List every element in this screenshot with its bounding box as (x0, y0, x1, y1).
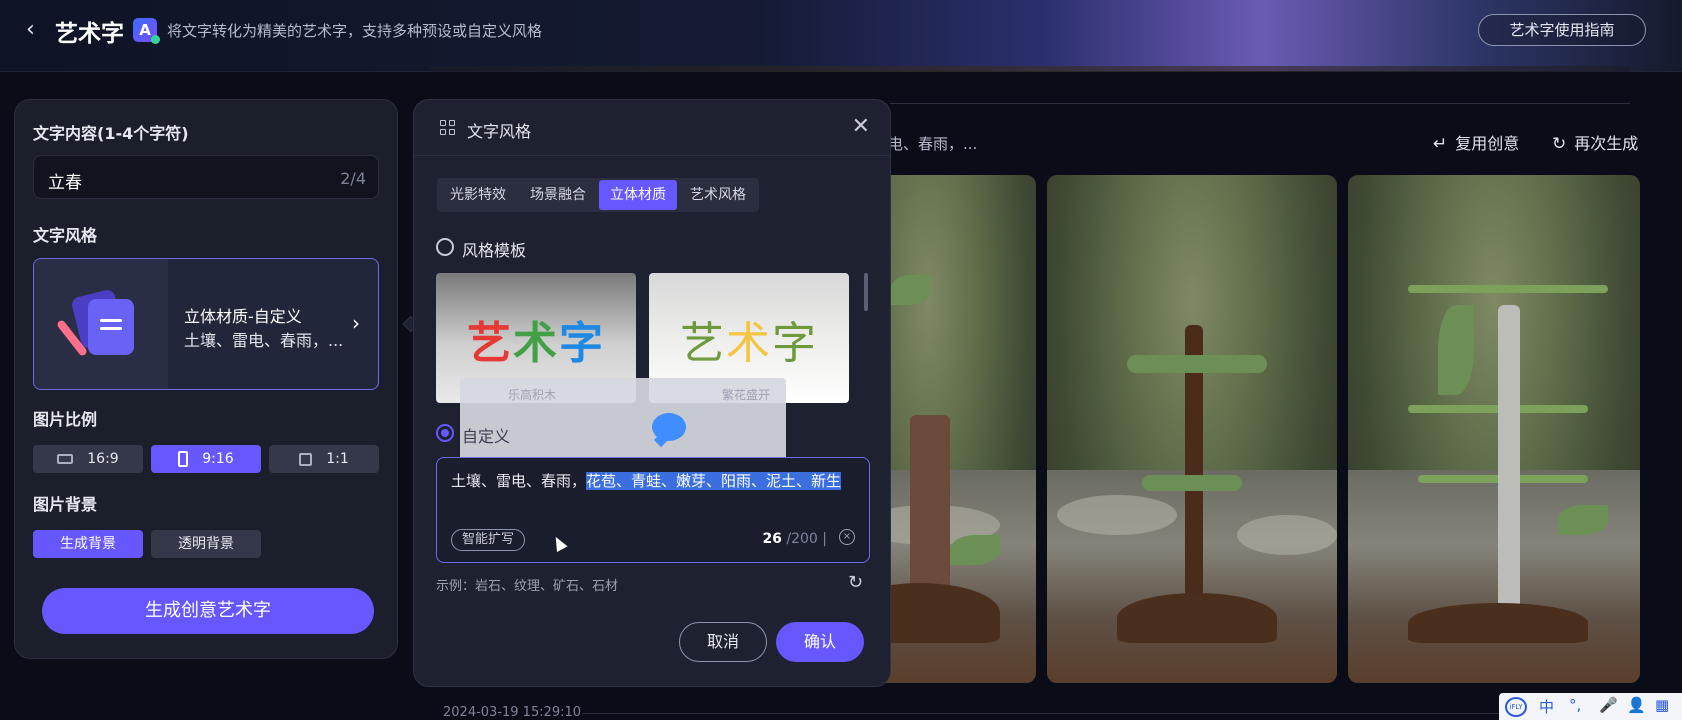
generate-art-text-button[interactable]: 生成创意艺术字 (42, 588, 374, 634)
result-image-3[interactable] (1348, 175, 1640, 683)
text-char-count: 2/4 (340, 169, 366, 188)
dirt-mound (1408, 603, 1588, 643)
tab-art-style[interactable]: 艺术风格 (679, 180, 757, 210)
results-divider (890, 103, 1630, 104)
reuse-label: 复用创意 (1455, 134, 1520, 153)
transparent-background-button[interactable]: 透明背景 (151, 530, 261, 558)
confirm-button[interactable]: 确认 (776, 622, 864, 662)
example-hint: 示例：岩石、纹理、矿石、石材 (436, 579, 619, 594)
generate-background-button[interactable]: 生成背景 (33, 530, 143, 558)
refresh-icon: ↻ (1552, 134, 1567, 154)
language-toggle[interactable]: 中 (1539, 696, 1554, 717)
reuse-idea-button[interactable]: ↵ 复用创意 (1433, 130, 1519, 154)
square-icon (299, 452, 313, 466)
template-art-text: 艺术字 (680, 318, 818, 369)
ground-texture (1348, 469, 1640, 683)
ratio-label-9-16: 9:16 (202, 451, 234, 467)
text-content-value: 立春 (48, 173, 82, 193)
header-image-strip (430, 66, 1630, 72)
landscape-icon (57, 454, 74, 464)
leaf (890, 275, 930, 305)
regenerate-button[interactable]: ↻ 再次生成 (1552, 130, 1638, 154)
chat-bubble-icon[interactable] (652, 413, 686, 441)
style-name: 立体材质-自定义 (184, 307, 302, 326)
tab-3d-material[interactable]: 立体材质 (599, 180, 677, 210)
style-selector-card[interactable]: 立体材质-自定义 土壤、雷电、春雨，... › (33, 258, 379, 390)
template-caption: 乐高积木 (508, 388, 557, 402)
leaf (1558, 505, 1608, 535)
leaf (1127, 355, 1267, 373)
template-label: 风格模板 (462, 241, 527, 260)
style-thumbnail (34, 259, 168, 389)
templates-scrollbar[interactable] (864, 273, 868, 311)
grid-menu-icon[interactable]: ▦ (1655, 696, 1669, 714)
cancel-button[interactable]: 取消 (679, 622, 767, 662)
result-image-2[interactable] (1047, 175, 1337, 683)
ime-toolbar: iFLY 中 °, 🎤 👤 ▦ (1499, 693, 1682, 720)
result-prompt-text: 电、春雨，... (888, 135, 978, 153)
template-art-text: 艺术字 (467, 318, 605, 369)
portrait-icon (178, 451, 189, 467)
punctuation-icon[interactable]: °, (1569, 696, 1581, 714)
selected-text: 花苞、青蛙、嫩芽、阳雨、泥土、新生 (586, 472, 842, 490)
stem (1498, 305, 1520, 635)
ratio-options: 16:9 9:16 1:1 (33, 445, 379, 473)
smart-expand-button[interactable]: 智能扩写 (451, 529, 525, 551)
regenerate-label: 再次生成 (1574, 134, 1639, 153)
background-label: 图片背景 (33, 495, 98, 514)
refresh-icon[interactable]: ↻ (848, 572, 863, 593)
art-text-logo-icon: A (133, 18, 160, 44)
text-style-label: 文字风格 (33, 226, 98, 245)
result-timestamp: 2024-03-19 15:29:10 (443, 705, 582, 720)
text-content-input[interactable]: 立春 2/4 (33, 155, 379, 199)
dirt-mound (1117, 593, 1277, 643)
template-caption: 繁花盛开 (722, 388, 771, 402)
ratio-label-1-1: 1:1 (326, 451, 349, 467)
tab-scene-fusion[interactable]: 场景融合 (519, 180, 597, 210)
chevron-right-icon: › (352, 311, 360, 335)
user-icon[interactable]: 👤 (1627, 696, 1646, 714)
microphone-icon[interactable]: 🎤 (1599, 696, 1618, 714)
puddle (1237, 515, 1337, 555)
style-description: 土壤、雷电、春雨，... (184, 331, 344, 350)
tab-lighting-effects[interactable]: 光影特效 (439, 180, 517, 210)
custom-label: 自定义 (462, 427, 511, 446)
custom-style-text: 土壤、雷电、春雨，花苞、青蛙、嫩芽、阳雨、泥土、新生 (451, 472, 842, 490)
puddle (1057, 495, 1177, 535)
ratio-label-16-9: 16:9 (87, 451, 119, 467)
char-counter: 26 /200 | (762, 531, 827, 547)
ratio-label: 图片比例 (33, 410, 98, 429)
settings-panel: 文字内容(1-4个字符) 立春 2/4 文字风格 立体材质-自定义 土壤、雷电、… (14, 99, 398, 659)
dialog-title: 文字风格 (467, 122, 532, 141)
text-content-label: 文字内容(1-4个字符) (33, 124, 189, 143)
style-tabs: 光影特效 场景融合 立体材质 艺术风格 (437, 178, 759, 212)
custom-radio[interactable] (436, 424, 454, 442)
ratio-16-9-button[interactable]: 16:9 (33, 445, 143, 473)
close-icon[interactable]: ✕ (852, 114, 870, 139)
ifly-logo-icon[interactable]: iFLY (1505, 697, 1527, 717)
page-title: 艺术字 (55, 21, 124, 47)
grid-icon (440, 120, 456, 136)
back-icon[interactable]: ‹ (26, 18, 50, 42)
leaf (1438, 305, 1474, 395)
leaf (1142, 475, 1242, 491)
stem (1408, 285, 1608, 293)
document-icon (88, 299, 134, 355)
text-style-dialog: 文字风格 ✕ 光影特效 场景融合 立体材质 艺术风格 风格模板 艺术字 艺术字 … (413, 99, 891, 687)
custom-style-textarea[interactable]: 土壤、雷电、春雨，花苞、青蛙、嫩芽、阳雨、泥土、新生 智能扩写 26 /200 … (436, 457, 870, 563)
leaf (950, 535, 1000, 565)
reuse-arrow-icon: ↵ (1433, 134, 1448, 154)
ratio-9-16-button[interactable]: 9:16 (151, 445, 261, 473)
top-header: ‹ 艺术字 A 将文字转化为精美的艺术字，支持多种预设或自定义风格 艺术字使用指… (0, 0, 1682, 72)
clear-icon[interactable]: × (839, 529, 855, 545)
timestamp-divider (582, 713, 1582, 714)
dialog-header: 文字风格 ✕ (414, 100, 890, 156)
ratio-1-1-button[interactable]: 1:1 (269, 445, 379, 473)
page-description: 将文字转化为精美的艺术字，支持多种预设或自定义风格 (167, 22, 543, 40)
template-radio[interactable] (436, 238, 454, 256)
usage-guide-button[interactable]: 艺术字使用指南 (1478, 14, 1646, 46)
